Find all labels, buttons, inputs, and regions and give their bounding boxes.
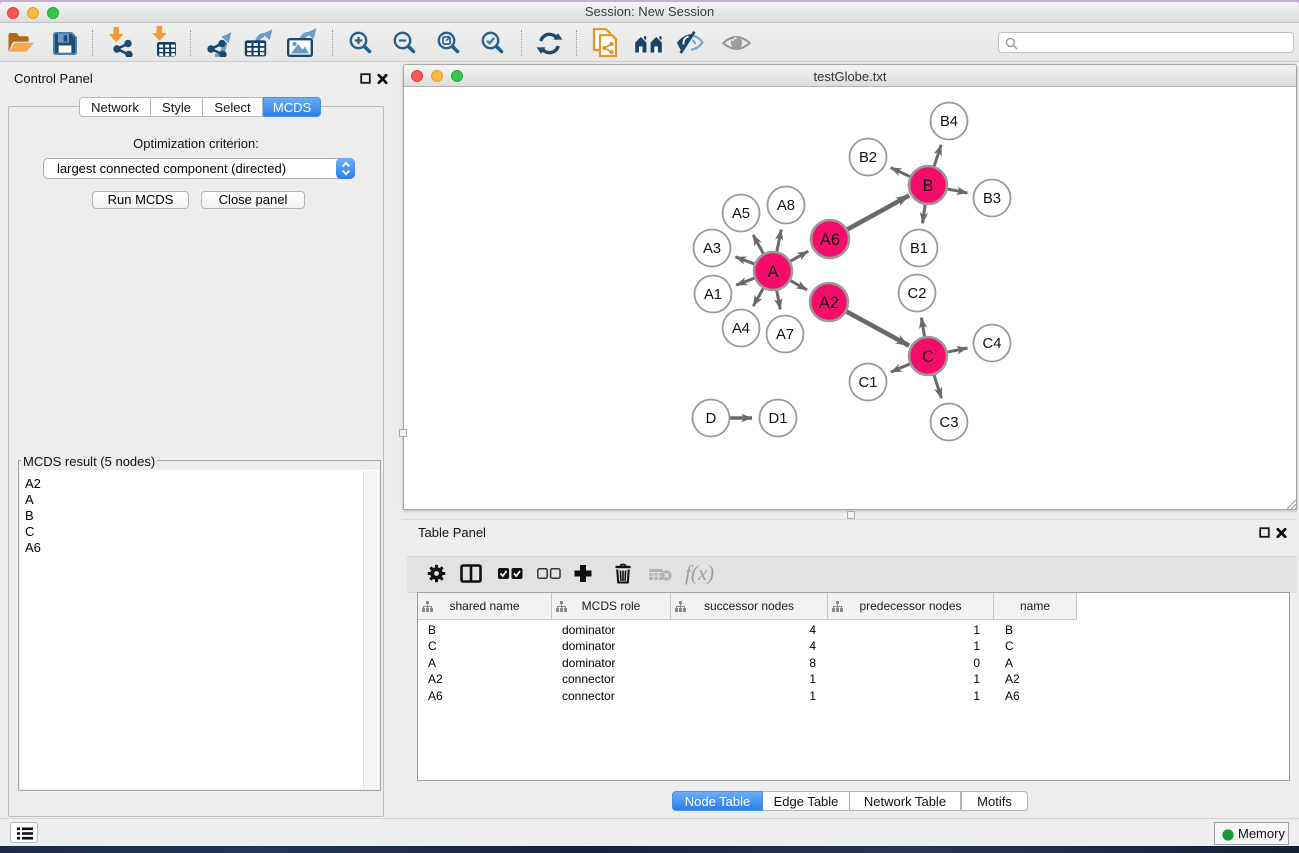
svg-text:C2: C2 xyxy=(908,286,927,302)
svg-text:D1: D1 xyxy=(769,411,788,427)
svg-text:C1: C1 xyxy=(859,375,878,391)
svg-text:A: A xyxy=(767,263,778,281)
svg-text:B4: B4 xyxy=(940,114,958,130)
svg-text:A6: A6 xyxy=(820,231,840,249)
svg-text:B1: B1 xyxy=(910,241,928,257)
svg-text:C3: C3 xyxy=(940,415,959,431)
svg-text:B2: B2 xyxy=(859,150,877,166)
svg-text:B3: B3 xyxy=(983,191,1001,207)
svg-text:C4: C4 xyxy=(983,336,1002,352)
svg-text:A3: A3 xyxy=(703,241,721,257)
svg-text:A1: A1 xyxy=(704,287,722,303)
svg-text:A5: A5 xyxy=(732,206,750,222)
svg-text:A4: A4 xyxy=(732,321,750,337)
svg-text:A8: A8 xyxy=(777,198,795,214)
svg-text:B: B xyxy=(922,177,933,195)
svg-text:C: C xyxy=(922,348,934,366)
svg-text:A2: A2 xyxy=(819,294,839,312)
svg-text:D: D xyxy=(706,411,717,427)
svg-text:A7: A7 xyxy=(776,327,794,343)
